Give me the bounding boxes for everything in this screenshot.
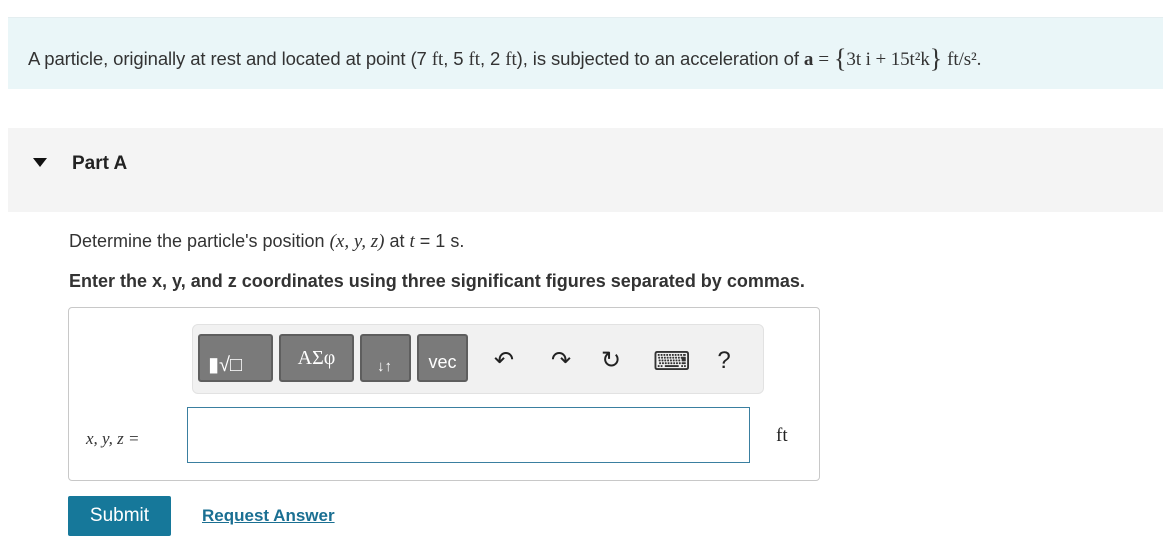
- acceleration-symbol: a: [803, 49, 814, 70]
- templates-icon: ▮√□: [208, 354, 243, 376]
- math-toolbar: ▮√□ ΑΣφ ↓↑ vec ↶ ↷ ↻ ⌨ ?: [192, 324, 764, 394]
- time-variable: t: [409, 231, 415, 252]
- submit-button[interactable]: Submit: [68, 496, 171, 536]
- keyboard-icon[interactable]: ⌨: [653, 347, 691, 375]
- collapse-caret-icon[interactable]: [33, 158, 47, 167]
- part-title: Part A: [72, 153, 128, 174]
- reset-icon[interactable]: ↻: [595, 347, 627, 375]
- acceleration-unit: ft/s².: [947, 49, 982, 70]
- unit-ft: ft: [468, 49, 481, 70]
- redo-icon[interactable]: ↷: [545, 347, 577, 375]
- brace-open: {: [834, 44, 847, 73]
- undo-icon[interactable]: ↶: [488, 347, 520, 375]
- part-a-header[interactable]: Part A: [8, 128, 1163, 212]
- answer-input[interactable]: [187, 407, 750, 463]
- vec-label: vec: [428, 352, 457, 372]
- greek-label: ΑΣφ: [297, 347, 336, 369]
- answer-label: x, y, z =: [86, 429, 140, 448]
- problem-text-mid: ), is subjected to an acceleration of: [516, 48, 799, 69]
- acceleration-expression: 3t i + 15t²k: [846, 49, 930, 70]
- problem-text-before: A particle, originally at rest and locat…: [28, 48, 427, 69]
- unit-ft: ft: [431, 49, 444, 70]
- arrows-button[interactable]: ↓↑: [360, 334, 411, 382]
- templates-button[interactable]: ▮√□: [198, 334, 273, 382]
- brace-close: }: [929, 44, 943, 73]
- arrows-icon: ↓↑: [377, 358, 392, 375]
- question-lead: Determine the particle's position: [69, 231, 325, 251]
- coord-sep: , 2: [479, 48, 501, 69]
- unit-ft: ft: [505, 49, 517, 70]
- problem-text: A particle, originally at rest and locat…: [28, 44, 981, 74]
- help-icon[interactable]: ?: [708, 347, 740, 375]
- problem-statement: A particle, originally at rest and locat…: [8, 17, 1163, 89]
- coord-sep: , 5: [443, 48, 464, 69]
- vector-button[interactable]: vec: [417, 334, 468, 382]
- question-text: Determine the particle's position (x, y,…: [69, 231, 464, 253]
- question-coords: (x, y, z): [329, 231, 385, 252]
- equals-sign: =: [818, 49, 829, 70]
- request-answer-link[interactable]: Request Answer: [202, 506, 335, 526]
- time-value: = 1 s.: [419, 231, 465, 251]
- question-at: at: [389, 231, 405, 251]
- greek-symbols-button[interactable]: ΑΣφ: [279, 334, 354, 382]
- instruction-text: Enter the x, y, and z coordinates using …: [69, 271, 805, 291]
- answer-box: ▮√□ ΑΣφ ↓↑ vec ↶ ↷ ↻ ⌨ ? x, y, z = ft: [68, 307, 820, 481]
- answer-unit: ft: [776, 425, 788, 446]
